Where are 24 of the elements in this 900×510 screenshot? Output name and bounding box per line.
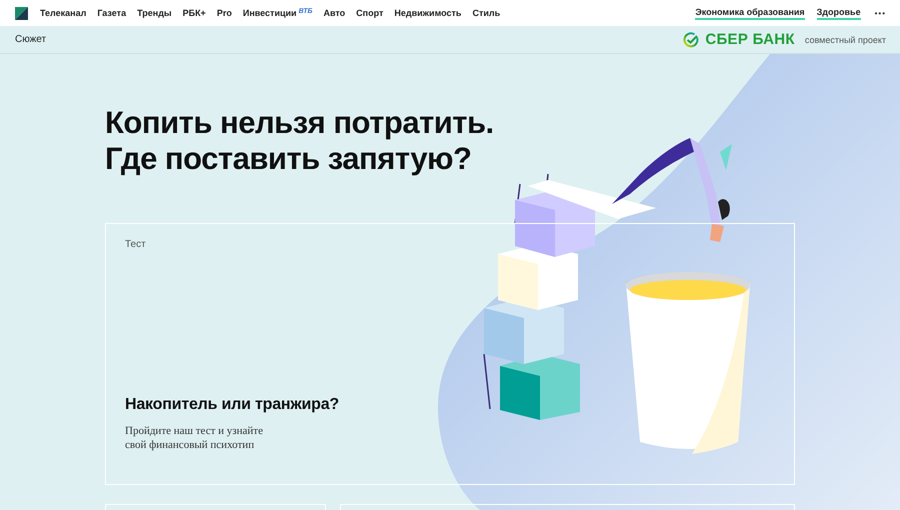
nav-link[interactable]: Pro <box>216 8 232 18</box>
nav-link[interactable]: Стиль <box>472 8 500 18</box>
nav-link[interactable]: Недвижимость <box>394 8 462 18</box>
card-tag: Тест <box>125 239 775 250</box>
sponsor-note: совместный проект <box>804 34 886 44</box>
nav-link[interactable]: РБК+ <box>182 8 206 18</box>
nav-link[interactable]: Газета <box>97 8 126 18</box>
check-circle-icon <box>683 32 700 48</box>
card-title: Накопитель или транжира? <box>125 396 340 414</box>
test-card[interactable]: Тест Накопитель или транжира? Пройдите наш тест и узнайте свой финансовый психотип <box>105 223 795 485</box>
special-project-link[interactable]: Здоровье <box>816 6 861 20</box>
headline: Копить нельзя потратить. Где поставить запятую? <box>105 105 495 177</box>
nav-link[interactable]: Авто <box>323 8 346 18</box>
special-project-link[interactable]: Экономика образования <box>695 6 805 20</box>
nav-link[interactable]: Тренды <box>137 8 172 18</box>
more-button[interactable]: ••• <box>874 8 886 18</box>
logo-icon[interactable] <box>15 6 28 20</box>
card-description: Пройдите наш тест и узнайте свой финансовый психотип <box>125 424 264 452</box>
nav-link[interactable]: Телеканал <box>40 8 86 18</box>
section-link[interactable]: Сюжет <box>15 34 46 45</box>
partner-logo: ВТБ <box>298 8 312 15</box>
nav-link[interactable]: Спорт <box>356 8 384 18</box>
sponsor-logo-text: СБЕР БАНК <box>705 31 795 48</box>
nav-link[interactable]: Инвестиции $^{ВТБ}$ <box>242 8 312 18</box>
